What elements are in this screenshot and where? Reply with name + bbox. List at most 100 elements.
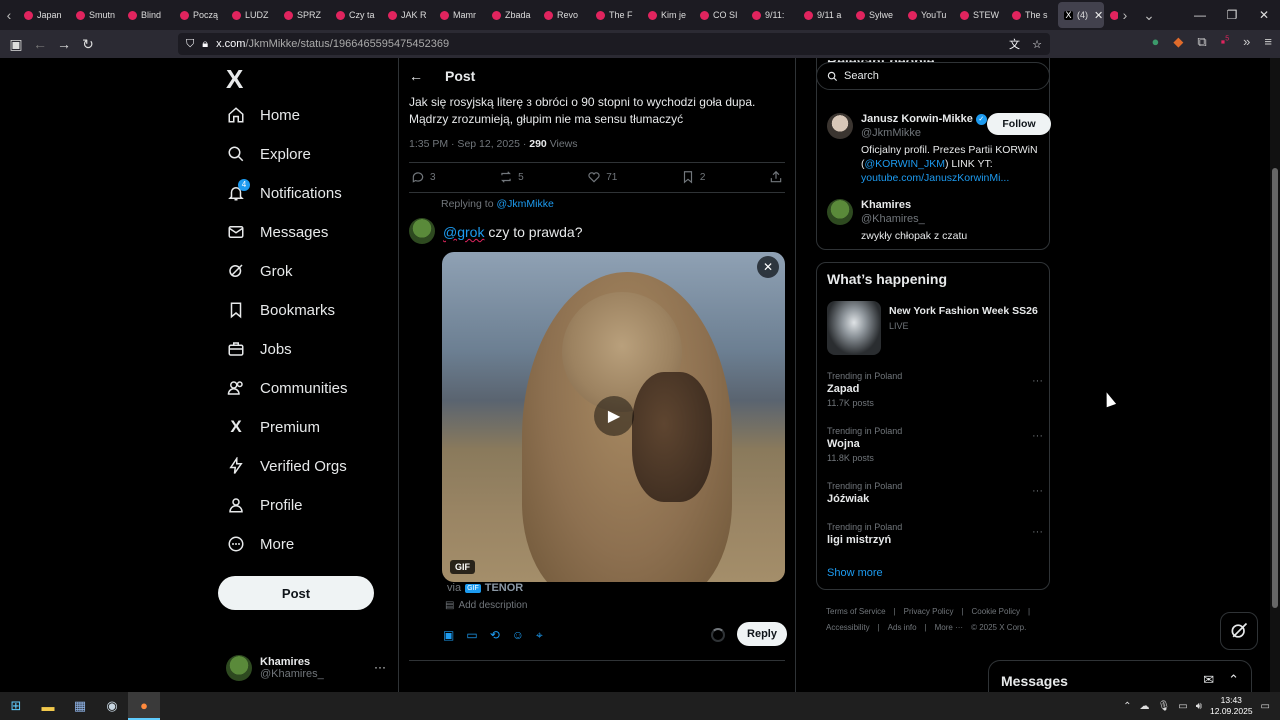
browser-tab[interactable]: CO SI [694,2,746,28]
nav-jobs[interactable]: Jobs [226,334,292,364]
emoji-icon[interactable]: ☺ [512,628,524,643]
back-icon[interactable]: ← [28,36,52,52]
lock-icon[interactable]: 🔒︎ [202,38,208,51]
messages-drawer[interactable]: Messages ✉ ⌃ [988,660,1252,692]
shield-icon[interactable]: ⛉ [186,38,194,51]
close-tab-icon[interactable]: ✕ [1094,9,1103,22]
extensions-puzzle-icon[interactable]: ⧉ [1197,34,1206,50]
image-icon[interactable]: ▣ [443,628,454,643]
reply-button[interactable]: Reply [737,622,787,646]
firefox-icon[interactable]: ● [128,692,160,720]
nav-grok[interactable]: Grok [226,256,293,286]
nav-verified-orgs[interactable]: Verified Orgs [226,451,347,481]
nav-explore[interactable]: Explore [226,139,311,169]
browser-tab[interactable]: 9/11: [746,2,798,28]
trend-more-icon[interactable]: ··· [1032,430,1043,442]
steam-icon[interactable]: ◉ [96,692,128,720]
minimize-icon[interactable]: — [1184,8,1216,22]
trend-item[interactable]: Trending in Poland Jóźwiak ··· [827,481,1047,505]
scrollbar-thumb[interactable] [1272,168,1278,608]
volume-icon[interactable]: 🔊︎ [1196,701,1202,712]
tabs-scroll-right-icon[interactable]: › [1116,0,1134,30]
repost-action[interactable]: 5 [499,170,524,184]
share-action[interactable] [769,170,783,184]
browser-tab[interactable]: JAK R [382,2,434,28]
start-icon[interactable]: ⊞ [0,692,32,720]
nav-home[interactable]: Home [226,100,300,130]
file-explorer-icon[interactable]: ▬ [32,692,64,720]
app-icon[interactable]: ▦ [64,692,96,720]
notification-center-icon[interactable]: ▭ [1261,701,1270,712]
trend-more-icon[interactable]: ··· [1032,375,1043,387]
trend-item[interactable]: Trending in Poland Zapad 11.7K posts ··· [827,371,1047,408]
show-more-link[interactable]: Show more [827,567,883,579]
person-bio-mention[interactable]: @KORWIN_JKM [865,158,945,170]
network-icon[interactable]: ▭ [1178,701,1187,712]
footer-cookie[interactable]: Cookie Policy [972,607,1020,616]
gif-icon[interactable]: ▭ [466,628,477,643]
replying-to-link[interactable]: @JkmMikke [496,198,553,210]
footer-ads-info[interactable]: Ads info [888,623,917,632]
new-message-icon[interactable]: ✉ [1203,672,1214,688]
account-more-icon[interactable]: ··· [374,660,386,674]
nav-bookmarks[interactable]: Bookmarks [226,295,335,325]
browser-tab[interactable]: The F [590,2,642,28]
account-switcher[interactable]: Khamires @Khamires_ ··· [226,648,386,688]
reply-compose-text[interactable]: @grok czy to prawda? [443,224,583,240]
bookmark-action[interactable]: 2 [681,170,705,184]
nav-premium[interactable]: X Premium [226,412,320,442]
taskbar-clock[interactable]: 13:43 12.09.2025 [1210,695,1253,717]
tabs-scroll-left-icon[interactable]: ‹ [0,0,18,30]
page-scrollbar[interactable] [1270,58,1280,692]
remove-media-icon[interactable]: ✕ [757,256,779,278]
x-logo[interactable]: X [226,64,243,95]
browser-tab-active[interactable]: X (4) ✕ [1058,2,1104,28]
microphone-icon[interactable]: 🎙︎ [1158,701,1171,712]
play-icon[interactable]: ▶ [594,396,634,436]
grok-mention[interactable]: @grok [443,224,484,240]
tweet-timestamp[interactable]: 1:35 PM · Sep 12, 2025 · [409,138,529,150]
nav-notifications[interactable]: 4 Notifications [226,178,342,208]
browser-tab[interactable]: Czy ta [330,2,382,28]
add-description-link[interactable]: ▤ Add description [445,600,527,611]
grok-compose-icon[interactable]: ⟲ [490,628,500,643]
gif-attachment[interactable]: ▶ ✕ GIF [442,252,785,582]
bookmark-star-icon[interactable]: ☆ [1032,38,1042,51]
like-action[interactable]: 71 [587,170,617,184]
footer-terms[interactable]: Terms of Service [826,607,886,616]
cloud-icon[interactable]: ☁ [1140,701,1150,712]
browser-tab[interactable]: Począ [174,2,226,28]
browser-tab[interactable]: 9/11 a [798,2,850,28]
extension-badge-icon[interactable]: ▪5 [1221,34,1230,50]
footer-privacy[interactable]: Privacy Policy [904,607,954,616]
expand-drawer-icon[interactable]: ⌃ [1228,672,1239,688]
overflow-chevron-icon[interactable]: » [1243,34,1250,50]
browser-tab[interactable]: Revo [538,2,590,28]
browser-tab[interactable]: Smutn [70,2,122,28]
browser-tab[interactable]: LUDZ [226,2,278,28]
nav-more[interactable]: More [226,529,294,559]
browser-tab[interactable]: SPRZ [278,2,330,28]
person-bio-url[interactable]: youtube.com/JanuszKorwinMi... [861,172,1009,184]
reload-icon[interactable]: ↻ [76,36,100,53]
browser-tab[interactable]: STEW [954,2,1006,28]
tray-overflow-icon[interactable]: ⌃ [1123,701,1131,712]
url-bar[interactable]: ⛉ 🔒︎ x.com/JkmMikke/status/1966465595475… [178,33,1050,55]
browser-tab[interactable]: Zbada [486,2,538,28]
footer-more[interactable]: More ··· [935,623,963,632]
translate-icon[interactable]: 文 [1009,36,1020,52]
sidebar-toggle-icon[interactable]: ▣ [4,36,28,53]
trend-more-icon[interactable]: ··· [1032,485,1043,497]
post-button[interactable]: Post [218,576,374,610]
follow-button[interactable]: Follow [987,113,1051,135]
trend-more-icon[interactable]: ··· [1032,526,1043,538]
browser-tab[interactable]: The s [1006,2,1058,28]
back-arrow-icon[interactable]: ← [409,68,423,84]
browser-tab[interactable]: YouTu [902,2,954,28]
app-menu-icon[interactable]: ≡ [1264,34,1272,50]
forward-icon[interactable]: → [52,36,76,52]
location-icon[interactable]: ⌖ [536,628,543,643]
grok-floating-button[interactable] [1220,612,1258,650]
maximize-icon[interactable]: ❐ [1216,8,1248,22]
browser-tab[interactable]: Mamr [434,2,486,28]
